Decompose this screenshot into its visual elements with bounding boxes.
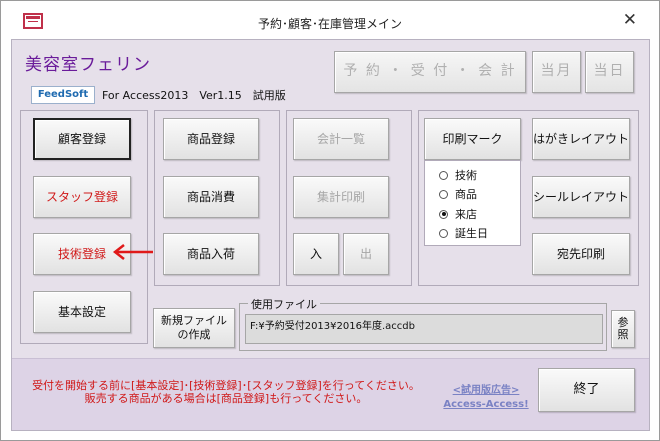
close-button[interactable]: ✕ [623,10,637,30]
reservation-accounting-button[interactable]: 予 約 ・ 受 付 ・ 会 計 [334,51,526,93]
radio-label: 商品 [455,188,477,201]
arrow-left-icon [112,244,153,260]
product-arrival-button[interactable]: 商品入荷 [163,233,259,275]
radio-product[interactable]: 商品 [439,186,477,202]
feedsoft-logo: FeedSoft [31,86,95,104]
radio-birthday[interactable]: 誕生日 [439,225,488,241]
radio-label: 技術 [455,169,477,182]
in-button[interactable]: 入 [293,233,339,275]
notice-line-2: 販売する商品がある場合は[商品登録]も行ってください。 [84,392,368,405]
instruction-notice: 受付を開始する前に[基本設定]･[技術登録]･[スタッフ登録]を行ってください。… [26,379,426,405]
this-month-button[interactable]: 当月 [532,51,581,93]
out-button[interactable]: 出 [343,233,389,275]
exit-button[interactable]: 終了 [538,368,635,412]
staff-register-button[interactable]: スタッフ登録 [33,176,131,218]
basic-settings-button[interactable]: 基本設定 [33,291,131,333]
title-bar: 予約･顧客･在庫管理メイン ✕ [1,1,659,39]
file-path-field[interactable]: F:¥予約受付2013¥2016年度.accdb [245,314,603,344]
print-mark-button[interactable]: 印刷マーク [424,118,521,160]
postcard-layout-button[interactable]: はがきレイアウト [532,118,630,160]
radio-visit[interactable]: 来店 [439,206,477,222]
radio-label: 誕生日 [455,227,488,240]
customer-register-button[interactable]: 顧客登録 [33,118,131,160]
trial-ad-title: <試用版広告> [452,385,520,396]
sticker-layout-button[interactable]: シールレイアウト [532,176,630,218]
browse-button[interactable]: 参照 [611,310,635,348]
main-window: 予約･顧客･在庫管理メイン ✕ 美容室フェリン FeedSoft For Acc… [0,0,660,441]
radio-circle-icon [439,228,448,238]
window-title: 予約･顧客･在庫管理メイン [257,17,402,31]
radio-selected-icon [439,209,448,219]
address-print-button[interactable]: 宛先印刷 [532,233,630,275]
trial-ad-link[interactable]: <試用版広告> Access-Access! [436,384,536,412]
version-label: For Access2013 Ver1.15 試用版 [102,89,286,102]
product-consume-button[interactable]: 商品消費 [163,176,259,218]
salon-name: 美容室フェリン [25,55,151,75]
radio-circle-icon [439,189,448,199]
product-register-button[interactable]: 商品登録 [163,118,259,160]
today-button[interactable]: 当日 [585,51,634,93]
accounting-list-button[interactable]: 会計一覧 [293,118,389,160]
radio-circle-icon [439,170,448,180]
summary-print-button[interactable]: 集計印刷 [293,176,389,218]
file-legend: 使用ファイル [248,296,320,312]
radio-label: 来店 [455,208,477,221]
notice-line-1: 受付を開始する前に[基本設定]･[技術登録]･[スタッフ登録]を行ってください。 [32,379,420,392]
radio-technique[interactable]: 技術 [439,167,477,183]
main-form: 美容室フェリン FeedSoft For Access2013 Ver1.15 … [11,39,650,431]
trial-ad-subtitle: Access-Access! [443,399,529,410]
print-target-options: 技術 商品 来店 誕生日 [424,160,521,246]
new-file-button[interactable]: 新規ファイルの作成 [153,308,235,348]
